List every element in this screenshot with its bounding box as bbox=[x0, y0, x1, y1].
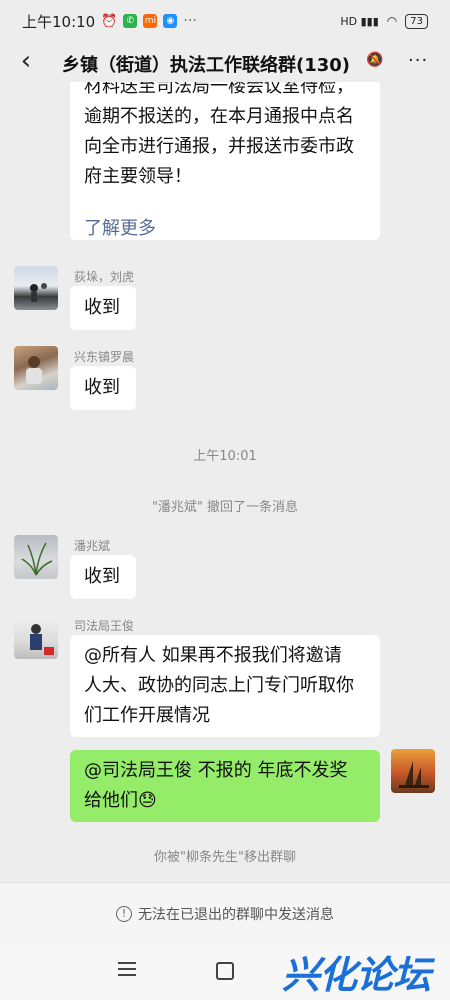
sender-name: 司法局王俊 bbox=[74, 619, 135, 633]
chat-header: ‹ 乡镇（街道）执法工作联络群(130) 🔕 ··· bbox=[0, 42, 450, 82]
mi-app-icon: mi bbox=[143, 14, 158, 28]
message-line: 人大、政协的同志上门专门听取你 bbox=[84, 675, 354, 696]
sender-name: 兴东镇罗晨 bbox=[74, 350, 135, 364]
message-list[interactable]: 材料送至司法局一楼会议室待检， 逾期不报送的，在本月通报中点名 向全市进行通报，… bbox=[0, 82, 450, 882]
phone-app-icon: ✆ bbox=[123, 14, 138, 28]
message-line: 逾期不报送的，在本月通报中点名 bbox=[84, 106, 354, 127]
input-bar-disabled: ! 无法在已退出的群聊中发送消息 bbox=[0, 882, 450, 944]
time-divider: 上午10:01 bbox=[193, 449, 257, 464]
message-text: 收到 bbox=[84, 297, 120, 318]
message-text: 收到 bbox=[84, 377, 120, 398]
avatar[interactable] bbox=[14, 346, 58, 390]
message-line: 向全市进行通报，并报送市委市政 bbox=[84, 136, 354, 157]
message-text: 收到 bbox=[84, 566, 120, 587]
avatar[interactable] bbox=[14, 266, 58, 310]
chat-title: 乡镇（街道）执法工作联络群(130) bbox=[62, 55, 351, 76]
message-bubble[interactable]: 收到 bbox=[70, 555, 136, 599]
battery-icon: 73 bbox=[405, 13, 428, 29]
message-line: 给他们 bbox=[84, 790, 138, 811]
emoji: 😓 bbox=[138, 790, 157, 811]
message-line: 府主要领导！ bbox=[84, 166, 192, 187]
message-bubble-partial[interactable]: 材料送至司法局一楼会议室待检， 逾期不报送的，在本月通报中点名 向全市进行通报，… bbox=[70, 82, 380, 240]
disabled-notice: 无法在已退出的群聊中发送消息 bbox=[138, 906, 334, 923]
chat-app-icon: ◉ bbox=[163, 14, 178, 28]
back-icon[interactable]: ‹ bbox=[14, 48, 38, 74]
avatar[interactable] bbox=[14, 535, 58, 579]
self-avatar[interactable] bbox=[391, 749, 435, 793]
message-bubble[interactable]: 收到 bbox=[70, 366, 136, 410]
info-icon: ! bbox=[116, 905, 132, 922]
message-line: 材料送至司法局一楼会议室待检， bbox=[84, 82, 354, 97]
home-icon[interactable] bbox=[216, 962, 234, 980]
avatar[interactable] bbox=[14, 615, 58, 659]
message-line: 们工作开展情况 bbox=[84, 705, 210, 726]
learn-more-link[interactable]: 了解更多 bbox=[84, 214, 366, 244]
status-bar: 上午10:10 ⏰ ✆ mi ◉ ··· HD ▮▮▮ ◠ 73 bbox=[0, 0, 450, 42]
alarm-icon: ⏰ bbox=[101, 13, 118, 29]
message-line: @司法局王俊 不报的 年底不发奖 bbox=[84, 760, 348, 781]
status-time: 上午10:10 bbox=[22, 12, 96, 31]
message-bubble-self[interactable]: @司法局王俊 不报的 年底不发奖 给他们😓 bbox=[70, 750, 380, 822]
signal-icon: HD ▮▮▮ bbox=[340, 14, 379, 28]
mute-bell-icon: 🔕 bbox=[366, 52, 384, 68]
message-bubble[interactable]: 收到 bbox=[70, 286, 136, 330]
watermark-logo: 兴化论坛 bbox=[282, 953, 431, 997]
more-notifications-icon: ··· bbox=[183, 13, 197, 29]
recall-notice: "潘兆斌" 撤回了一条消息 bbox=[151, 500, 299, 515]
menu-icon[interactable] bbox=[118, 962, 136, 978]
message-bubble[interactable]: @所有人 如果再不报我们将邀请 人大、政协的同志上门专门听取你 们工作开展情况 bbox=[70, 635, 380, 737]
removed-from-group-notice: 你被"柳条先生"移出群聊 bbox=[154, 850, 296, 865]
message-line: @所有人 如果再不报我们将邀请 bbox=[84, 645, 342, 666]
sender-name: 潘兆斌 bbox=[74, 539, 111, 553]
more-options-icon[interactable]: ··· bbox=[408, 50, 428, 71]
wifi-icon: ◠ bbox=[386, 14, 398, 28]
sender-name: 荻垛，刘虎 bbox=[74, 270, 135, 284]
